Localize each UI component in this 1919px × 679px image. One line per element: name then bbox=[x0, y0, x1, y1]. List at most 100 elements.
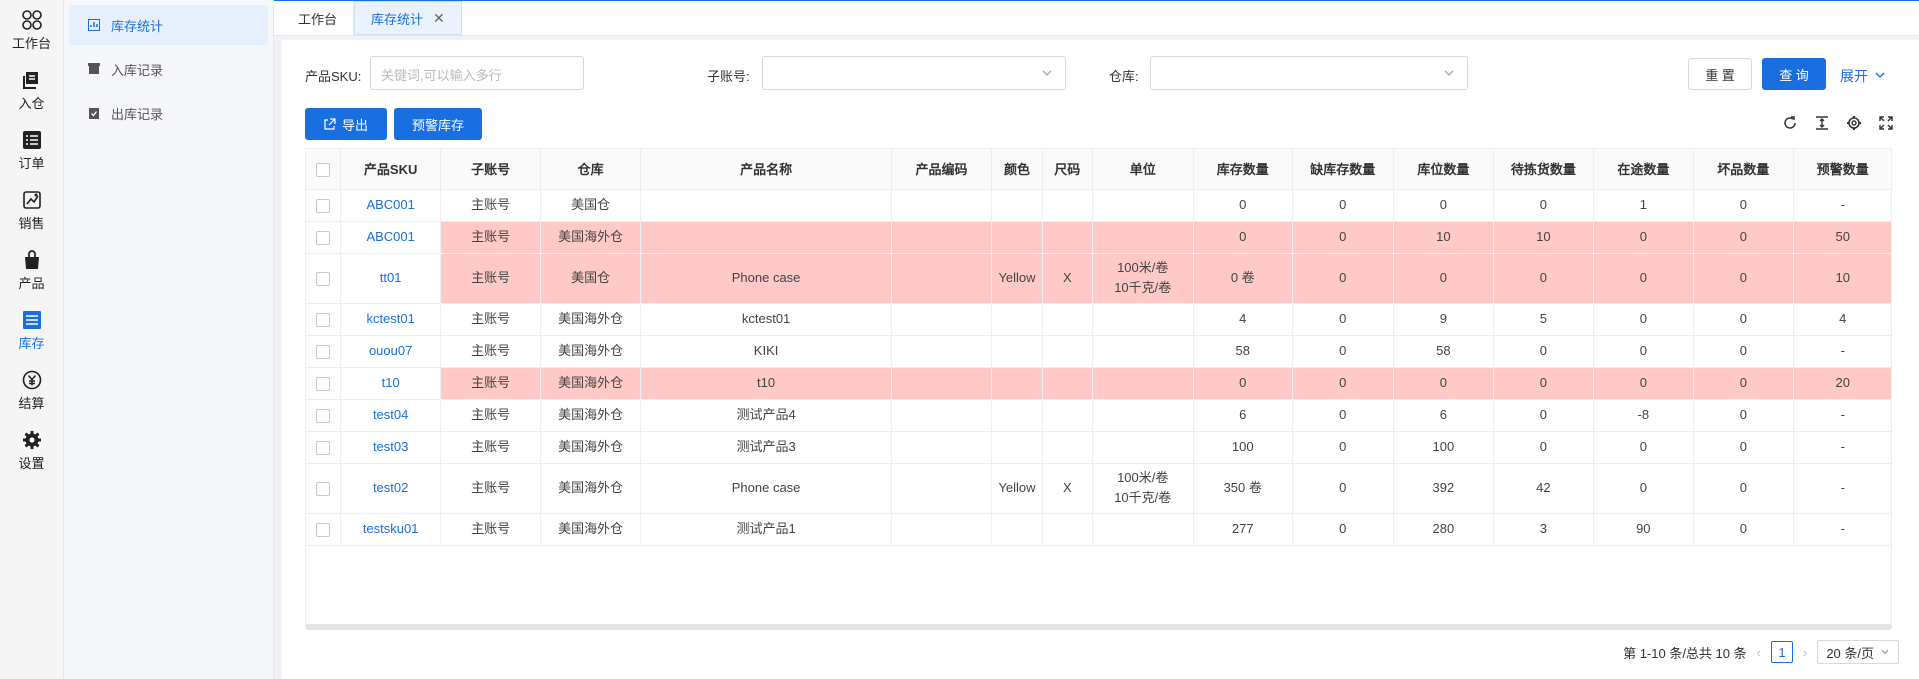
row-select-cell[interactable] bbox=[306, 335, 341, 368]
sku-cell[interactable]: test03 bbox=[340, 431, 442, 464]
pick-qty-cell: 0 bbox=[1493, 335, 1594, 368]
row-select-cell[interactable] bbox=[306, 399, 341, 432]
settlement-icon bbox=[21, 369, 43, 391]
location-qty-cell: 0 bbox=[1393, 253, 1495, 304]
size-cell bbox=[1042, 513, 1093, 546]
warehouse-select[interactable] bbox=[1150, 56, 1468, 90]
horizontal-scrollbar[interactable] bbox=[305, 624, 1892, 630]
row-checkbox[interactable] bbox=[315, 312, 330, 327]
sku-cell[interactable]: ABC001 bbox=[340, 221, 442, 254]
column-header: 待拣货数量 bbox=[1493, 149, 1594, 190]
row-checkbox[interactable] bbox=[315, 198, 330, 213]
nav-sales[interactable]: 销售 bbox=[0, 180, 63, 240]
sku-cell[interactable]: kctest01 bbox=[340, 303, 442, 336]
location-qty-cell: 0 bbox=[1393, 189, 1495, 222]
workbench-icon bbox=[21, 9, 43, 31]
column-settings-icon[interactable] bbox=[1845, 114, 1863, 132]
row-select-cell[interactable] bbox=[306, 303, 341, 336]
location-qty-cell: 280 bbox=[1393, 513, 1495, 546]
select-all-checkbox[interactable] bbox=[315, 162, 330, 177]
location-qty-cell: 9 bbox=[1393, 303, 1495, 336]
filter-bar: 产品SKU: 子账号: 仓库: 重 置 查 询 展开 bbox=[282, 56, 1919, 92]
next-page-icon[interactable]: › bbox=[1803, 645, 1807, 660]
row-checkbox[interactable] bbox=[315, 440, 330, 455]
refresh-icon[interactable] bbox=[1781, 114, 1799, 132]
row-checkbox[interactable] bbox=[315, 481, 330, 496]
submenu-outbound-records[interactable]: 出库记录 bbox=[69, 93, 268, 133]
stats-icon bbox=[87, 18, 101, 32]
nav-label: 工作台 bbox=[11, 35, 51, 51]
row-checkbox[interactable] bbox=[315, 344, 330, 359]
sku-cell[interactable]: t10 bbox=[340, 367, 442, 400]
prev-page-icon[interactable]: ‹ bbox=[1757, 645, 1761, 660]
tab-workbench[interactable]: 工作台 bbox=[282, 1, 355, 35]
sku-input[interactable] bbox=[370, 56, 584, 90]
reset-button[interactable]: 重 置 bbox=[1688, 58, 1752, 90]
sku-cell[interactable]: testsku01 bbox=[340, 513, 442, 546]
warehouse-cell: 美国海外仓 bbox=[540, 367, 642, 400]
pick-qty-cell: 0 bbox=[1493, 367, 1594, 400]
density-icon[interactable] bbox=[1813, 114, 1831, 132]
export-button[interactable]: 导出 bbox=[305, 108, 387, 140]
nav-product[interactable]: 产品 bbox=[0, 240, 63, 300]
submenu-inbound-records[interactable]: 入库记录 bbox=[69, 49, 268, 89]
sku-cell[interactable]: ouou07 bbox=[340, 335, 442, 368]
color-cell bbox=[991, 303, 1043, 336]
row-checkbox[interactable] bbox=[315, 271, 330, 286]
defect-qty-cell: 0 bbox=[1693, 253, 1794, 304]
nav-settlement[interactable]: 结算 bbox=[0, 360, 63, 420]
expand-filters-link[interactable]: 展开 bbox=[1840, 66, 1886, 86]
alert-stock-button[interactable]: 预警库存 bbox=[394, 108, 482, 140]
table-row: tt01 主账号 美国仓 Phone case Yellow X 100米/卷 10千克/卷… bbox=[306, 253, 1891, 304]
sku-cell[interactable]: ABC001 bbox=[340, 189, 442, 222]
row-checkbox[interactable] bbox=[315, 230, 330, 245]
submenu-stock-stats[interactable]: 库存统计 bbox=[69, 5, 268, 45]
row-select-cell[interactable] bbox=[306, 253, 341, 304]
row-select-cell[interactable] bbox=[306, 463, 341, 514]
nav-settings[interactable]: 设置 bbox=[0, 420, 63, 480]
select-all-cell[interactable] bbox=[306, 149, 341, 190]
table-toolbar bbox=[1781, 114, 1895, 132]
subaccount-select[interactable] bbox=[762, 56, 1066, 90]
sku-cell[interactable]: test04 bbox=[340, 399, 442, 432]
defect-qty-cell: 0 bbox=[1693, 221, 1794, 254]
row-checkbox[interactable] bbox=[315, 376, 330, 391]
nav-inventory[interactable]: 库存 bbox=[0, 300, 63, 360]
row-select-cell[interactable] bbox=[306, 189, 341, 222]
row-select-cell[interactable] bbox=[306, 513, 341, 546]
column-header: 库位数量 bbox=[1393, 149, 1495, 190]
sku-cell[interactable]: tt01 bbox=[340, 253, 442, 304]
inventory-icon bbox=[21, 309, 43, 331]
table-row: ouou07 主账号 美国海外仓 KIKI 58 0 58 0 0 0- bbox=[306, 335, 1891, 368]
row-checkbox[interactable] bbox=[315, 522, 330, 537]
close-icon[interactable]: ✕ bbox=[433, 10, 445, 27]
row-select-cell[interactable] bbox=[306, 431, 341, 464]
unit-cell: 100米/卷 10千克/卷 bbox=[1092, 253, 1194, 304]
page-number[interactable]: 1 bbox=[1770, 641, 1793, 663]
warehouse-cell: 美国海外仓 bbox=[540, 221, 642, 254]
row-checkbox[interactable] bbox=[315, 408, 330, 423]
page-size-select[interactable]: 20 条/页 bbox=[1817, 640, 1899, 664]
sku-cell[interactable]: test02 bbox=[340, 463, 442, 514]
row-select-cell[interactable] bbox=[306, 367, 341, 400]
query-button[interactable]: 查 询 bbox=[1762, 58, 1826, 90]
sku-filter-label: 产品SKU: bbox=[305, 69, 362, 84]
nav-order[interactable]: 订单 bbox=[0, 120, 63, 180]
product-icon bbox=[21, 249, 43, 271]
nav-inbound[interactable]: 入仓 bbox=[0, 60, 63, 120]
subaccount-cell: 主账号 bbox=[440, 253, 541, 304]
location-qty-cell: 100 bbox=[1393, 431, 1495, 464]
subaccount-cell: 主账号 bbox=[440, 189, 541, 222]
short-qty-cell: 0 bbox=[1292, 221, 1394, 254]
warehouse-cell: 美国海外仓 bbox=[540, 335, 642, 368]
short-qty-cell: 0 bbox=[1292, 431, 1394, 464]
nav-label: 库存 bbox=[18, 335, 45, 351]
nav-workbench[interactable]: 工作台 bbox=[0, 0, 63, 60]
column-header: 仓库 bbox=[540, 149, 642, 190]
color-cell bbox=[991, 513, 1043, 546]
tab-stock-stats[interactable]: 库存统计 ✕ bbox=[354, 1, 462, 35]
row-select-cell[interactable] bbox=[306, 221, 341, 254]
short-qty-cell: 0 bbox=[1292, 189, 1394, 222]
fullscreen-icon[interactable] bbox=[1877, 114, 1895, 132]
unit-cell bbox=[1092, 335, 1194, 368]
